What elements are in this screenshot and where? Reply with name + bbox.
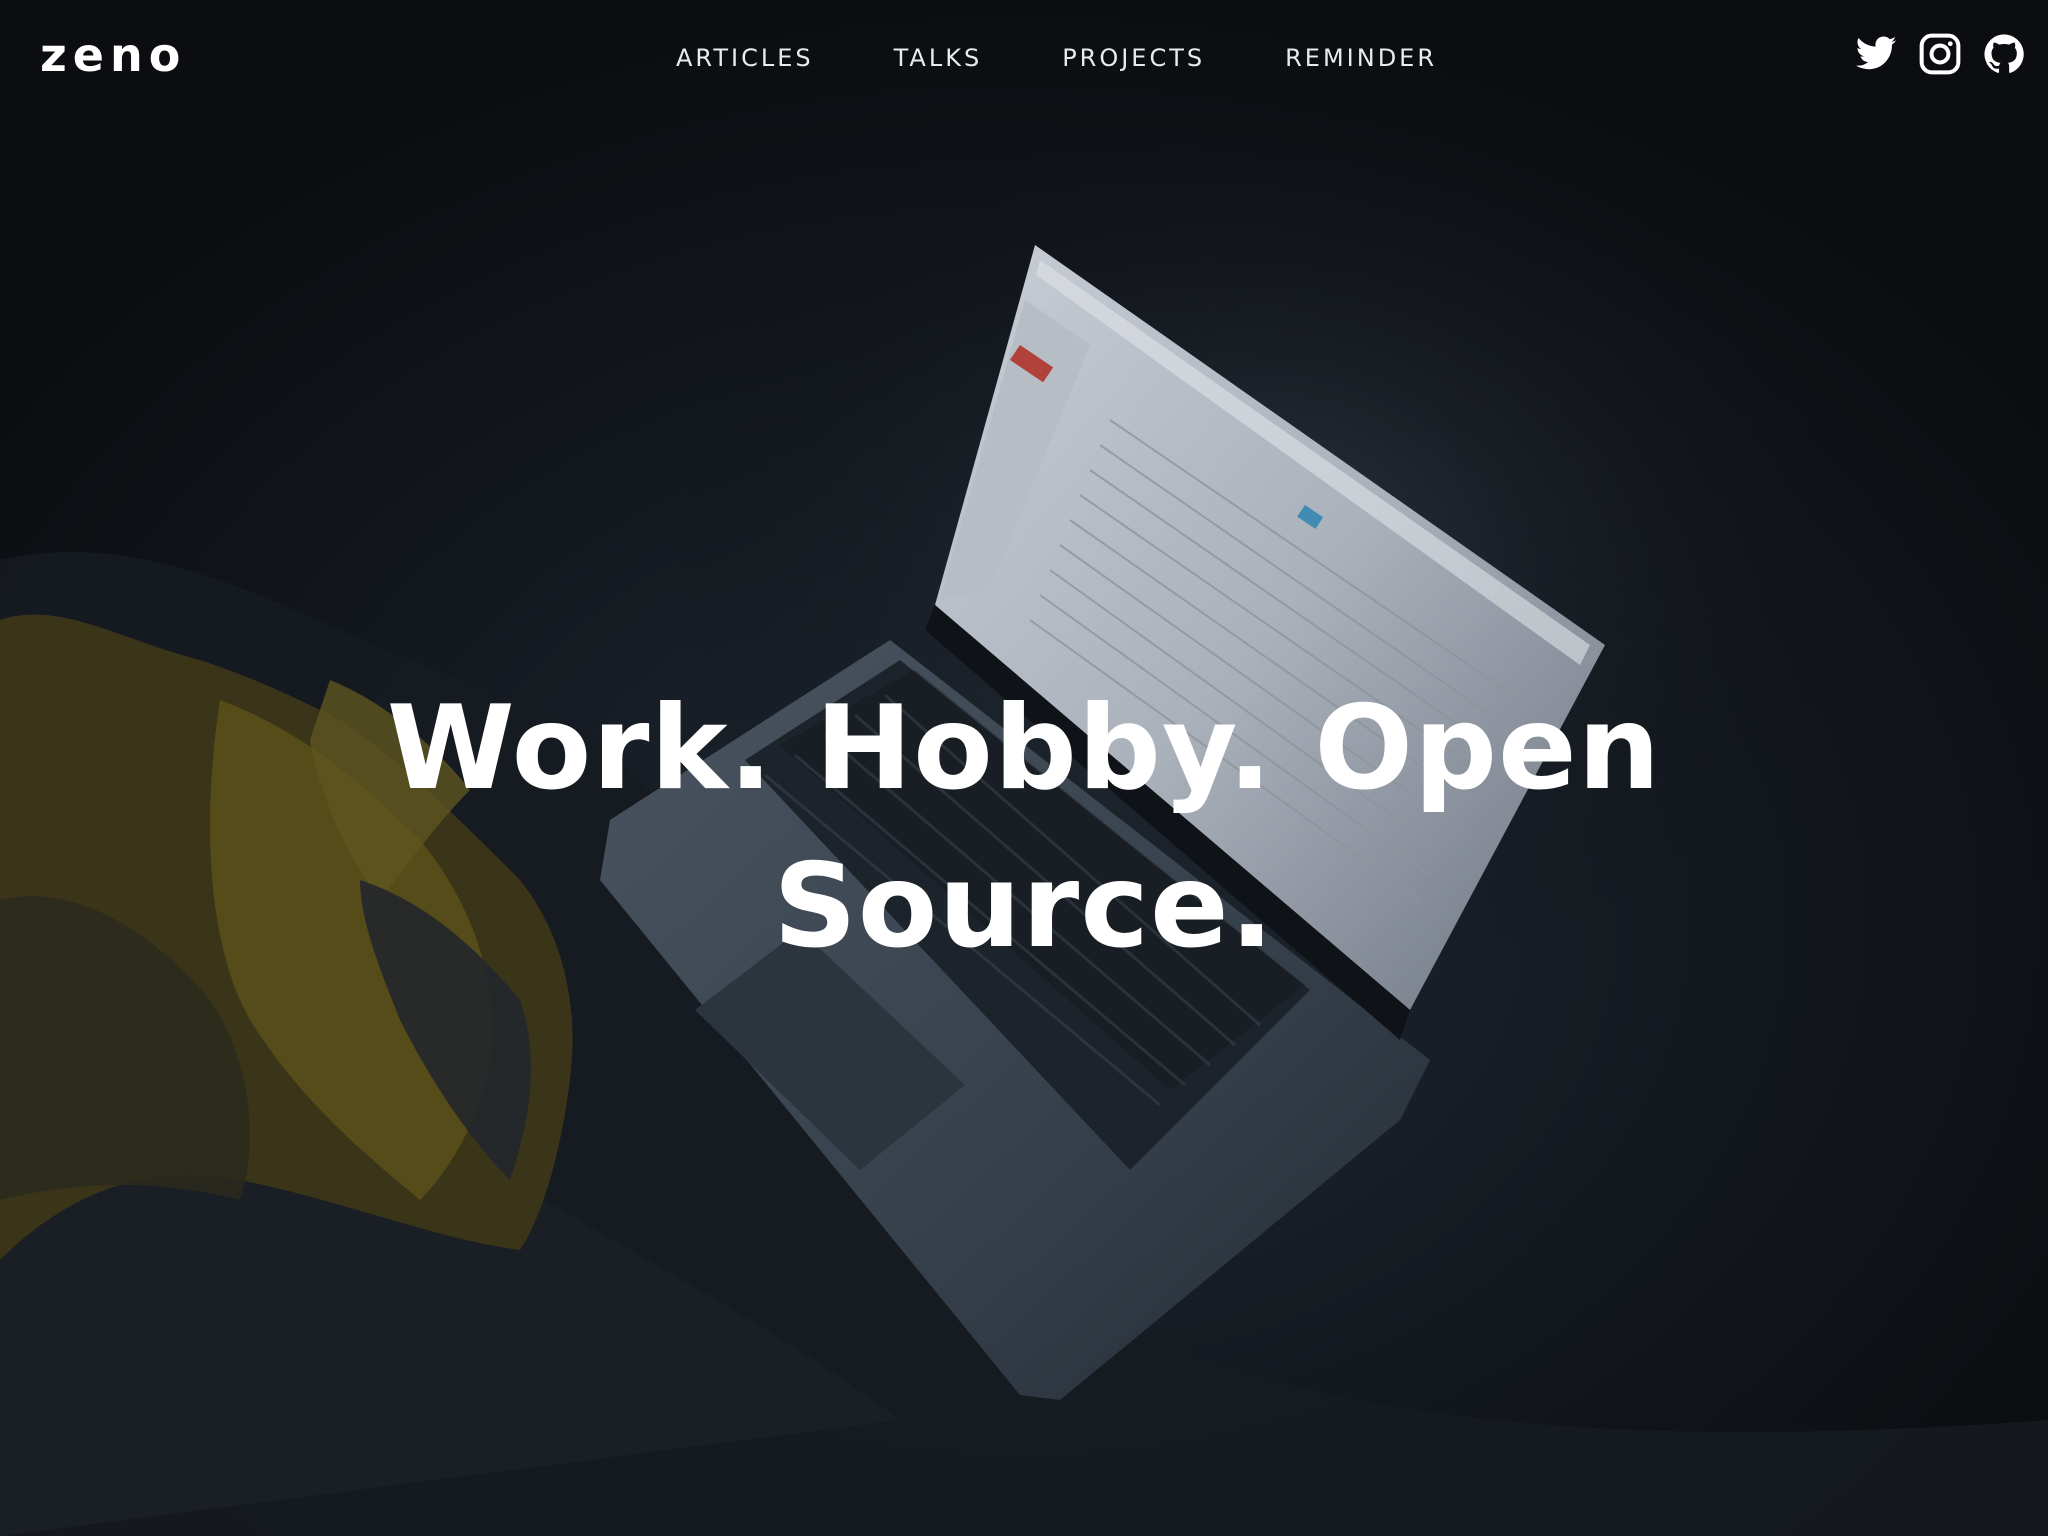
nav-articles[interactable]: ARTICLES	[676, 38, 814, 78]
twitter-icon[interactable]	[1854, 32, 1898, 76]
nav-projects[interactable]: PROJECTS	[1062, 38, 1205, 78]
site-header: zeno ARTICLES TALKS PROJECTS REMINDER	[0, 0, 2048, 116]
hero-headline: Work. Hobby. Open Source.	[386, 681, 1662, 974]
main-nav: ARTICLES TALKS PROJECTS REMINDER	[676, 38, 1437, 78]
nav-talks[interactable]: TALKS	[894, 38, 983, 78]
github-icon[interactable]	[1982, 32, 2026, 76]
site-logo[interactable]: zeno	[40, 26, 186, 84]
social-links	[1854, 32, 2026, 76]
nav-reminder[interactable]: REMINDER	[1285, 38, 1437, 78]
instagram-icon[interactable]	[1918, 32, 1962, 76]
page: zeno ARTICLES TALKS PROJECTS REMINDER Wo…	[0, 0, 2048, 1536]
